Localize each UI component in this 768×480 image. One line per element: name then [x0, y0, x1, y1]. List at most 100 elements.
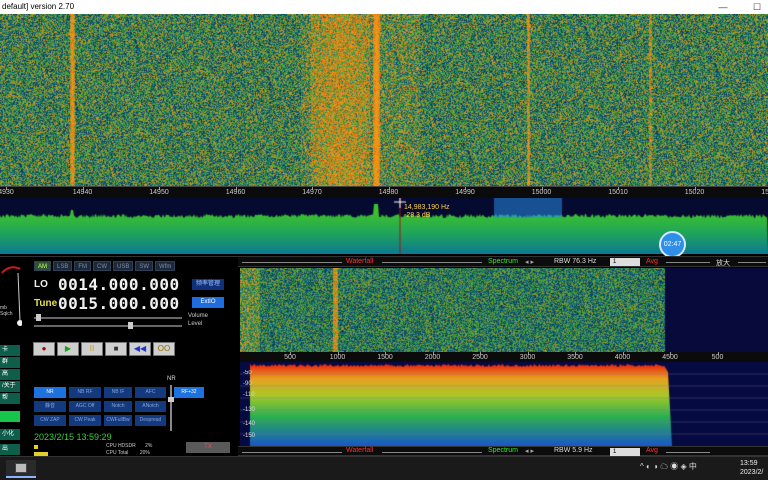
mode-wfm-button[interactable]: Wfm: [155, 261, 176, 271]
db-label-3: -110: [243, 392, 255, 398]
zoom-label: 放大: [716, 260, 730, 267]
rf-spectrum-arrows-icon[interactable]: ◂ ▸: [525, 258, 534, 266]
rf-avg-slider[interactable]: [666, 262, 710, 263]
strip-btn-7[interactable]: 小化: [0, 429, 20, 440]
scale-tick-label: 2000: [424, 354, 441, 361]
frequency-manager-button[interactable]: 频率管理: [192, 279, 224, 290]
af-waterfall[interactable]: [240, 268, 768, 352]
strip-btn-6[interactable]: [0, 411, 20, 422]
scale-tick-label: 14970: [302, 189, 322, 196]
squelch-label: mb Sqlch: [0, 305, 13, 317]
strip-btn-1[interactable]: 卡: [0, 345, 20, 356]
af-rbw-select[interactable]: 1: [610, 448, 640, 456]
rf-rbw-select[interactable]: 1: [610, 258, 640, 266]
mode-selector: AM LSB FM CW USB SW Wfm: [34, 261, 176, 271]
scale-tick-label: 2500: [472, 354, 488, 361]
rf-gain-button[interactable]: RF+32: [174, 387, 204, 398]
window-controls: — ☐: [718, 2, 762, 12]
maximize-icon[interactable]: ☐: [752, 2, 762, 12]
scale-tick-label: 3500: [567, 354, 583, 361]
record-button[interactable]: ●: [33, 342, 55, 356]
af-spectrum[interactable]: [240, 362, 768, 446]
scale-tick-label: 3000: [519, 354, 536, 361]
scale-tick-label: 15010: [608, 189, 628, 196]
cursor-frequency: 14,983,190 Hz: [404, 204, 450, 211]
rewind-button[interactable]: ◀◀: [129, 342, 151, 356]
play-button[interactable]: ▶: [57, 342, 79, 356]
main-waterfall[interactable]: [0, 14, 768, 186]
notch-button[interactable]: Notch: [104, 401, 132, 412]
agc-button[interactable]: AGC Off: [69, 401, 101, 412]
pause-button[interactable]: II: [81, 342, 103, 356]
taskbar: ^ ◐ ◑ ☁ ◉ ◈ 中 13:59 2023/2/: [0, 456, 768, 480]
zoom-slider[interactable]: [738, 262, 766, 263]
loop-button[interactable]: OO: [153, 342, 175, 356]
lo-label: LO: [34, 279, 48, 290]
strip-btn-8[interactable]: 出: [0, 444, 20, 455]
system-tray[interactable]: ^ ◐ ◑ ☁ ◉ ◈ 中: [640, 461, 697, 472]
strip-btn-4[interactable]: /关于: [0, 381, 20, 392]
af-frequency-scale[interactable]: 500 1000 1500 2000 2500 3000 3500 4000 4500 500: [240, 352, 768, 362]
cursor-level: -28.3 dB: [404, 212, 431, 219]
af-avg-label: Avg: [646, 447, 658, 454]
af-avg-slider[interactable]: [666, 452, 710, 453]
mode-am-button[interactable]: AM: [34, 261, 51, 271]
level-label: Level: [188, 321, 203, 327]
rf-waterfall-slider-2[interactable]: [382, 262, 482, 263]
afc-button[interactable]: AFC: [135, 387, 166, 398]
rf-waterfall-label: Waterfall: [346, 258, 374, 265]
cw-fullbw-button[interactable]: CWFullBw: [104, 415, 132, 426]
db-label-5: -140: [243, 421, 256, 427]
main-frequency-scale[interactable]: 4930 14940 14950 14960 14970 14980 14990 15000 1…: [0, 186, 768, 198]
clock-time: 13:59: [740, 460, 758, 467]
squelch-knob-icon[interactable]: [0, 259, 22, 329]
mode-cw-button[interactable]: CW: [93, 261, 112, 271]
mute-button[interactable]: 静音: [34, 401, 66, 412]
stop-button[interactable]: ■: [105, 342, 127, 356]
nr-button[interactable]: NR: [34, 387, 66, 398]
cw-zap-button[interactable]: CW ZAP: [34, 415, 66, 426]
mode-fm-button[interactable]: FM: [74, 261, 92, 271]
extio-button[interactable]: ExtIO: [192, 297, 224, 308]
af-waterfall-slider-2[interactable]: [382, 452, 482, 453]
window-title: default] version 2.70: [2, 2, 75, 11]
scale-tick-label: 500: [284, 354, 296, 361]
nb-rf-button[interactable]: NB RF: [69, 387, 101, 398]
level-slider[interactable]: [34, 322, 182, 329]
scale-tick-label: 500: [711, 354, 724, 361]
nr-slider[interactable]: [168, 385, 174, 431]
mode-sw-button[interactable]: SW: [135, 261, 154, 271]
scale-tick-label: 1500: [377, 354, 393, 361]
strip-btn-2[interactable]: 群: [0, 357, 20, 368]
minimize-icon[interactable]: —: [718, 2, 728, 12]
rf-spectrum-label: Spectrum: [488, 258, 518, 265]
db-label-2: -90: [243, 381, 252, 387]
taskbar-clock[interactable]: 13:59 2023/2/: [740, 459, 768, 477]
lo-frequency[interactable]: 0014.000.000: [58, 275, 180, 294]
level-knob[interactable]: [128, 322, 133, 329]
strip-btn-5[interactable]: 帮: [0, 393, 20, 404]
mode-lsb-button[interactable]: LSB: [53, 261, 73, 271]
main-spectrum[interactable]: [0, 198, 768, 254]
despread-button[interactable]: Despread: [135, 415, 166, 426]
scale-tick-label: 15030: [761, 189, 768, 196]
cpu-hdsdr-bar: [34, 445, 38, 449]
nr-knob[interactable]: [168, 397, 174, 402]
strip-btn-3[interactable]: 高: [0, 369, 20, 380]
mode-usb-button[interactable]: USB: [113, 261, 134, 271]
volume-knob[interactable]: [36, 314, 41, 321]
rf-waterfall-slider-1[interactable]: [242, 262, 342, 263]
timer-badge[interactable]: 02:47: [659, 231, 686, 258]
tune-frequency[interactable]: 0015.000.000: [58, 294, 180, 313]
tx-button[interactable]: TX: [186, 442, 230, 453]
volume-slider[interactable]: [34, 314, 182, 321]
nb-if-button[interactable]: NB IF: [104, 387, 132, 398]
af-waterfall-slider-1[interactable]: [242, 452, 342, 453]
taskbar-hdsdr-app[interactable]: [6, 460, 36, 478]
anotch-button[interactable]: ANotch: [135, 401, 166, 412]
cw-peak-button[interactable]: CW Peak: [69, 415, 101, 426]
scale-tick-label: 15020: [684, 189, 705, 196]
af-waterfall-label: Waterfall: [346, 447, 374, 454]
scale-tick-label: 14990: [455, 189, 475, 196]
af-spectrum-arrows-icon[interactable]: ◂ ▸: [525, 447, 534, 455]
